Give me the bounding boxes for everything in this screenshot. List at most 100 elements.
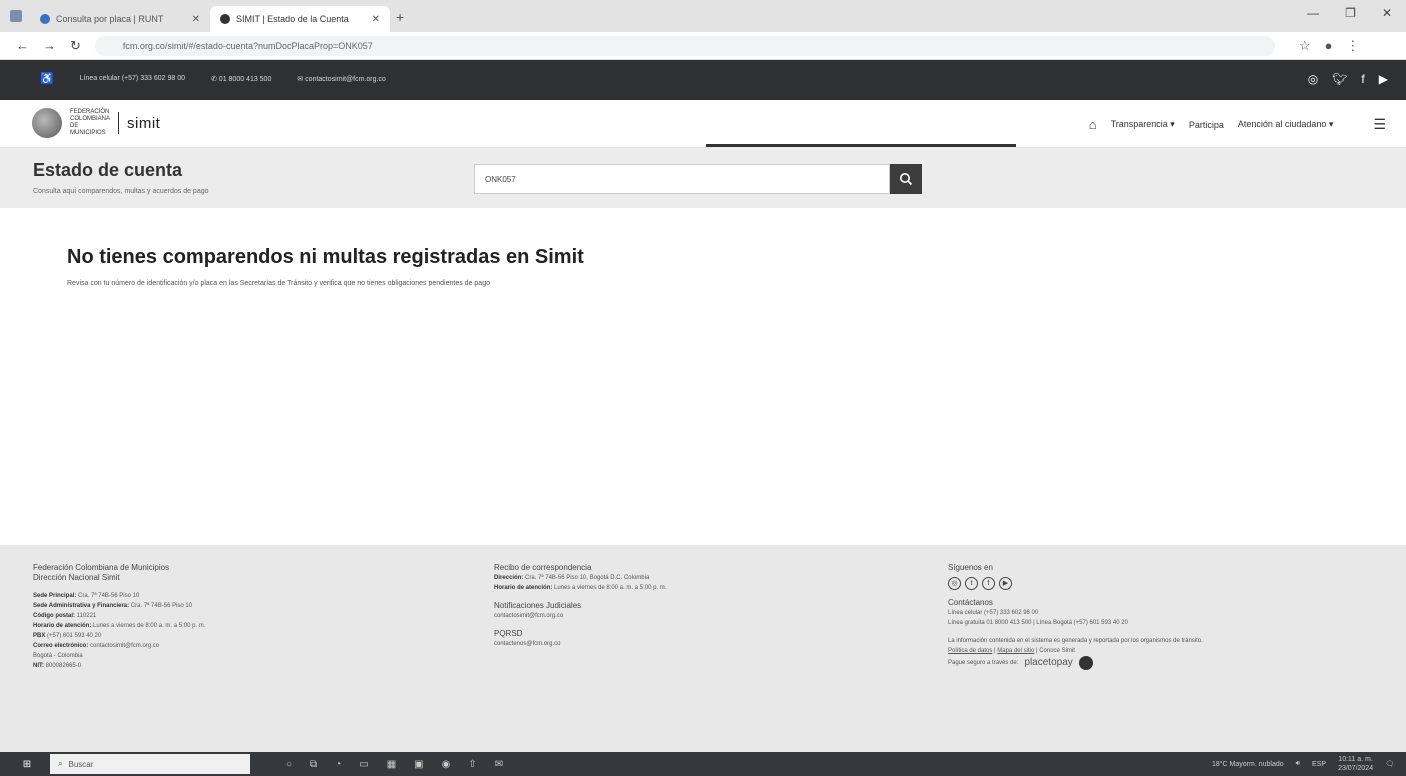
youtube-icon[interactable]: ▶ [1379,72,1388,86]
linea-celular: Línea celular (+57) 333 602 98 00 [948,610,1039,616]
twitter-icon[interactable]: 🐦︎ [1332,72,1347,86]
search-icon: ⌕ [58,759,63,768]
facebook-icon[interactable]: f [982,577,995,590]
logo-text: simit [127,114,161,132]
logo-subtext: FEDERACIÓN COLOMBIANA DE MUNICIPIOS [70,109,110,136]
time: 10:11 a. m. [1338,756,1373,763]
reload-icon[interactable]: ↻ [70,38,81,54]
browser-tabstrip: Consulta por placa | RUNT ✕ SIMIT | Esta… [0,0,1406,32]
simit-logo[interactable]: FEDERACIÓN COLOMBIANA DE MUNICIPIOS simi… [32,108,160,138]
footer-col-fcm: Federación Colombiana de Municipios Dire… [33,563,205,671]
linea-gratuita: Línea gratuita 01 8000 413 500 | Línea B… [948,620,1128,626]
tab-simit[interactable]: SIMIT | Estado de la Cuenta ✕ [210,6,390,32]
value: Cra. 7ª 74B-56 Piso 10 [78,593,140,599]
telefono-link[interactable]: ✆ 01 8000 413 500 [211,75,271,83]
notificaciones-email-link[interactable]: contactosimit@fcm.org.co [494,611,666,621]
search-input[interactable]: ONK057 [474,164,890,194]
conoce-link[interactable]: Conoce Simit [1039,648,1075,654]
no-records-title: No tienes comparendos ni multas registra… [67,246,584,268]
forward-icon[interactable]: → [43,38,56,53]
maximize-icon[interactable]: ❐ [1345,6,1356,20]
header-active-indicator [706,144,1016,147]
search-icon [900,173,913,186]
new-tab-icon[interactable]: + [396,9,404,25]
photos-icon[interactable]: ▣ [414,759,423,770]
direccion: Dirección: Cra. 7ª 74B-56 Piso 10, Bogot… [494,573,666,583]
date: 23/07/2024 [1338,765,1374,772]
footer-col-correspondencia: Recibo de correspondencia Dirección: Cra… [494,563,666,649]
menu-participa[interactable]: Participa [1189,120,1224,130]
tab-label: SIMIT | Estado de la Cuenta [236,14,349,24]
youtube-icon[interactable]: ▶ [999,577,1012,590]
value: (+57) 601 593 40 20 [47,633,102,639]
label: Sede Administrativa y Financiera: [33,603,130,609]
store-icon[interactable]: ▦ [387,759,396,770]
clock[interactable]: 10:11 a. m. 23/07/2024 [1338,755,1373,773]
file-explorer-icon[interactable]: ▭ [359,759,368,770]
accessibility-icon[interactable]: ♿ [40,72,54,85]
mapa-link[interactable]: Mapa del sitio [997,648,1034,654]
app-icon[interactable]: ⇧ [468,759,476,770]
footer-social: ◎ t f ▶ [948,577,1368,590]
home-icon[interactable]: ⌂ [1089,117,1097,132]
twitter-icon[interactable]: t [965,577,978,590]
telefono-text: 01 8000 413 500 [218,75,272,83]
browser-menu-icon[interactable]: ⋮ [1346,38,1359,54]
back-icon[interactable]: ← [16,38,29,53]
logo-divider [118,112,119,134]
codigo-postal: Código postal: 110221 [33,611,205,621]
politica-link[interactable]: Política de datos [948,648,992,654]
pqrsd-email-link[interactable]: contactenos@fcm.org.co [494,639,666,649]
linea-celular-link[interactable]: Línea celular (+57) 333 602 98 00 [80,75,185,82]
weather[interactable]: 18°C Mayorm. nublado [1212,761,1284,768]
footer-title: Federación Colombiana de Municipios [33,563,170,572]
footer-links: Política de datos | Mapa del sitio | Con… [948,648,1075,654]
taskbar-search[interactable]: ⌕ Buscar [50,754,250,774]
fcm-seal-icon [32,108,62,138]
menu-transparencia[interactable]: Transparencia ▾ [1111,119,1175,130]
footer-title: Notificaciones Judiciales [494,601,582,610]
taskbar-search-text: Buscar [68,759,94,769]
facebook-icon[interactable]: f [1361,72,1364,86]
minimize-icon[interactable]: — [1307,6,1319,20]
os-taskbar: ⊞ ⌕ Buscar ○ ⧉ ◔ ▭ ▦ ▣ ◉ ⇧ ✉ 18°C Mayorm… [0,752,1406,776]
search-button[interactable] [890,164,922,194]
label: Correo electrónico: [33,643,89,649]
language[interactable]: ESP [1312,761,1326,768]
no-records-text: Revisa con tu número de identificación y… [67,280,490,287]
footer-title: Recibo de correspondencia [494,563,592,572]
label: NIT: [33,663,44,669]
hamburger-menu-icon[interactable]: ☰ [1373,116,1386,133]
horario: Horario de atención: Lunes a viernes de … [33,621,205,631]
menu-label: Atención al ciudadano [1237,119,1327,129]
chrome-icon[interactable]: ◉ [442,759,451,770]
edge-icon[interactable]: ◔ [335,759,341,770]
window-close-icon[interactable]: ✕ [1382,6,1392,20]
label: Horario de atención: [33,623,92,629]
profile-icon[interactable]: ● [1325,38,1333,54]
task-view-icon[interactable]: ⧉ [310,759,317,770]
system-tray: 18°C Mayorm. nublado 🔊︎ ESP 10:11 a. m. … [1212,755,1394,773]
tab-runt[interactable]: Consulta por placa | RUNT ✕ [30,6,210,32]
value: Lunes a viernes de 8:00 a. m. a 5:00 p. … [554,585,667,591]
url-field[interactable]: fcm.org.co/simit/#/estado-cuenta?numDocP… [94,35,1275,56]
pague-text: Pague seguro a través de: [948,660,1019,666]
close-tab-icon[interactable]: ✕ [192,14,200,25]
correo-text: contactosimit@fcm.org.co [305,75,386,83]
volume-icon[interactable]: 🔊︎ [1296,760,1300,768]
notifications-icon[interactable]: 🗨︎ [1385,760,1394,768]
runt-favicon-icon [40,14,50,24]
placetopay-logo[interactable]: placetopay [1024,658,1072,668]
bookmark-star-icon[interactable]: ☆ [1299,38,1311,54]
windows-start-icon[interactable]: ⊞ [18,752,36,776]
outlook-icon[interactable]: ✉ [495,759,503,770]
window-menu-icon[interactable] [10,10,22,22]
close-tab-icon[interactable]: ✕ [372,14,380,25]
menu-atencion[interactable]: Atención al ciudadano ▾ [1238,119,1334,130]
instagram-icon[interactable]: ◎ [948,577,961,590]
value: Cra. 7ª 74B-56 Piso 10, Bogotá D.C. Colo… [525,575,650,581]
hero-section: Estado de cuenta Consulta aquí comparend… [0,148,1406,208]
cortana-icon[interactable]: ○ [286,759,292,770]
instagram-icon[interactable]: ◎ [1308,72,1318,86]
correo-link[interactable]: ✉ contactosimit@fcm.org.co [297,75,385,83]
